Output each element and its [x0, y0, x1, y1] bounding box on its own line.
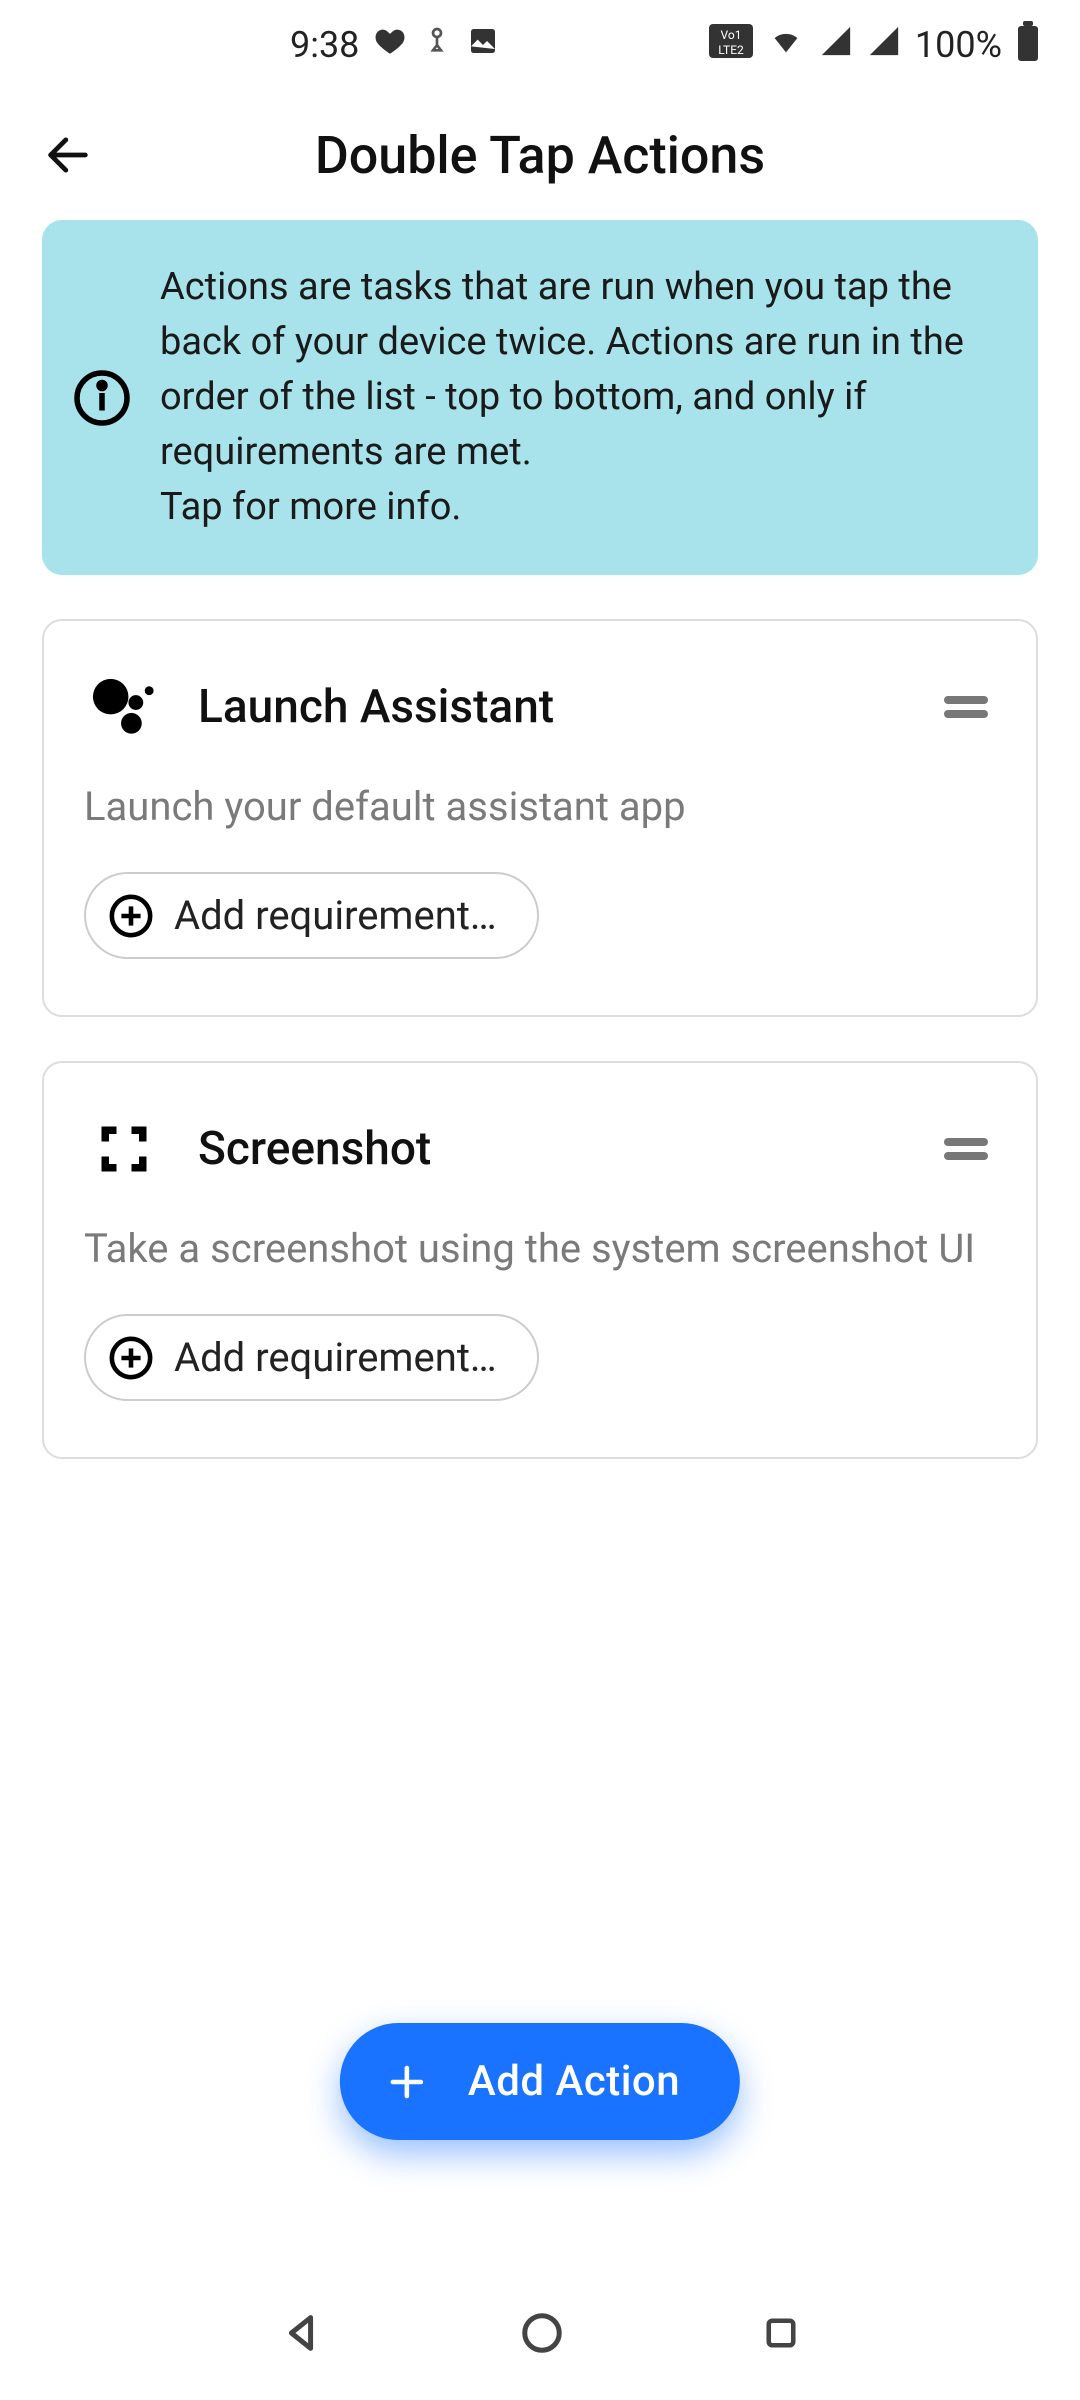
wifi-icon: [767, 24, 805, 67]
fab-label: Add Action: [468, 2057, 680, 2106]
touch-icon: [421, 24, 453, 66]
add-requirement-label: Add requirement…: [174, 892, 497, 939]
drag-handle-icon[interactable]: [936, 1130, 996, 1168]
signal-icon-1: [819, 24, 853, 67]
action-title: Screenshot: [198, 1122, 902, 1176]
arrow-left-icon: [42, 129, 94, 181]
header: Double Tap Actions: [0, 90, 1080, 220]
screenshot-icon: [84, 1109, 164, 1189]
nav-back-button[interactable]: [278, 2310, 324, 2360]
photo-icon: [467, 24, 499, 66]
back-button[interactable]: [38, 125, 98, 185]
add-requirement-label: Add requirement…: [174, 1334, 497, 1381]
action-card[interactable]: Launch Assistant Launch your default ass…: [42, 619, 1038, 1017]
heart-icon: [373, 24, 407, 67]
plus-circle-icon: [108, 1335, 154, 1381]
nav-home-button[interactable]: [519, 2310, 565, 2360]
signal-icon-2: [867, 24, 901, 67]
nav-recent-button[interactable]: [760, 2312, 802, 2358]
plus-circle-icon: [108, 893, 154, 939]
action-description: Take a screenshot using the system scree…: [84, 1225, 996, 1272]
svg-text:LTE2: LTE2: [718, 43, 744, 57]
plus-icon: [386, 2061, 428, 2103]
action-description: Launch your default assistant app: [84, 783, 996, 830]
status-time: 9:38: [290, 24, 359, 66]
drag-handle-icon[interactable]: [936, 688, 996, 726]
add-requirement-chip[interactable]: Add requirement…: [84, 872, 539, 959]
add-requirement-chip[interactable]: Add requirement…: [84, 1314, 539, 1401]
info-banner[interactable]: Actions are tasks that are run when you …: [42, 220, 1038, 575]
action-card[interactable]: Screenshot Take a screenshot using the s…: [42, 1061, 1038, 1459]
assistant-icon: [84, 667, 164, 747]
page-title: Double Tap Actions: [315, 125, 765, 186]
battery-percentage: 100%: [915, 24, 1002, 66]
system-nav-bar: [0, 2270, 1080, 2400]
svg-text:Vo1: Vo1: [720, 28, 741, 42]
action-title: Launch Assistant: [198, 680, 902, 734]
battery-icon: [1016, 21, 1040, 70]
info-text: Actions are tasks that are run when you …: [160, 260, 996, 535]
info-icon: [72, 368, 132, 428]
add-action-fab[interactable]: Add Action: [340, 2023, 740, 2140]
lte-icon: Vo1LTE2: [709, 24, 753, 67]
status-bar: 9:38 Vo1LTE2 100%: [0, 0, 1080, 90]
